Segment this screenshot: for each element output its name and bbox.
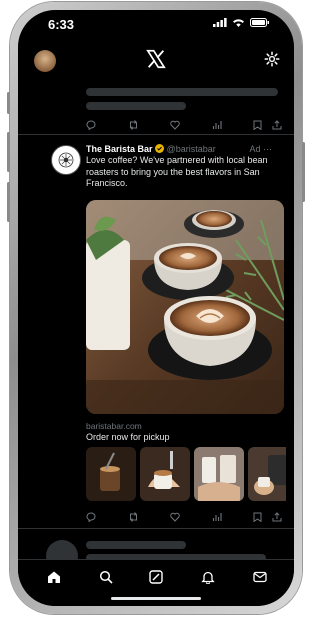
bottom-tab-bar	[18, 559, 294, 606]
carousel-item[interactable]	[194, 447, 244, 501]
carousel-item[interactable]	[248, 447, 286, 501]
retweet-icon[interactable]	[128, 120, 139, 130]
loading-placeholder	[86, 102, 186, 110]
views-icon[interactable]	[212, 120, 222, 130]
carousel-item[interactable]	[140, 447, 190, 501]
loading-placeholder	[86, 88, 278, 96]
tweet-text: Love coffee? We've partnered with local …	[86, 155, 268, 188]
retweet-icon[interactable]	[128, 512, 139, 522]
divider	[18, 528, 294, 529]
power-button	[302, 142, 305, 202]
grok-icon[interactable]	[149, 570, 163, 584]
search-icon[interactable]	[99, 570, 113, 584]
like-icon[interactable]	[170, 120, 180, 130]
share-icon[interactable]	[272, 120, 282, 130]
author-handle[interactable]: @baristabar	[167, 144, 216, 154]
gear-icon[interactable]	[264, 51, 280, 67]
views-icon[interactable]	[212, 512, 222, 522]
wifi-icon	[233, 19, 244, 27]
like-icon[interactable]	[170, 512, 180, 522]
status-bar: 6:33	[18, 10, 294, 38]
tweet-actions	[86, 120, 282, 130]
app-header	[18, 42, 294, 82]
tweet-actions	[86, 512, 282, 522]
home-icon[interactable]	[47, 570, 61, 584]
ad-label: Ad ⋯	[249, 144, 272, 154]
mute-switch	[7, 92, 10, 114]
barista-logo-icon	[58, 152, 74, 168]
reply-icon[interactable]	[86, 512, 96, 522]
author-name[interactable]: The Barista Bar	[86, 144, 153, 154]
notifications-icon[interactable]	[201, 570, 215, 584]
x-logo-icon[interactable]	[145, 48, 167, 70]
battery-icon	[250, 18, 269, 27]
reply-icon[interactable]	[86, 120, 96, 130]
home-indicator	[111, 597, 201, 600]
tweet-image[interactable]	[86, 200, 284, 414]
verified-badge-icon	[155, 144, 165, 153]
profile-avatar[interactable]	[34, 50, 56, 72]
link-domain[interactable]: baristabar.com	[86, 421, 142, 431]
messages-icon[interactable]	[253, 570, 267, 584]
carousel-item[interactable]	[86, 447, 136, 501]
volume-up-button	[7, 132, 10, 172]
app-screen: 6:33 The Barista Bar @baristabar Ad ⋯ Lo…	[18, 10, 294, 606]
coffee-photo	[86, 200, 284, 414]
divider	[18, 134, 294, 135]
volume-down-button	[7, 182, 10, 222]
loading-placeholder	[86, 541, 186, 549]
cta-headline[interactable]: Order now for pickup	[86, 432, 170, 442]
tweet-header: The Barista Bar @baristabar Ad ⋯	[86, 143, 282, 155]
bookmark-icon[interactable]	[253, 120, 262, 130]
more-options-icon[interactable]: ⋯	[263, 144, 272, 154]
bookmark-icon[interactable]	[253, 512, 262, 522]
product-carousel	[86, 447, 286, 501]
share-icon[interactable]	[272, 512, 282, 522]
advertiser-avatar[interactable]	[51, 145, 81, 175]
status-time: 6:33	[48, 17, 75, 32]
status-icons	[213, 18, 270, 27]
signal-icon	[213, 18, 227, 27]
phone-frame: 6:33 The Barista Bar @baristabar Ad ⋯ Lo…	[7, 2, 305, 614]
